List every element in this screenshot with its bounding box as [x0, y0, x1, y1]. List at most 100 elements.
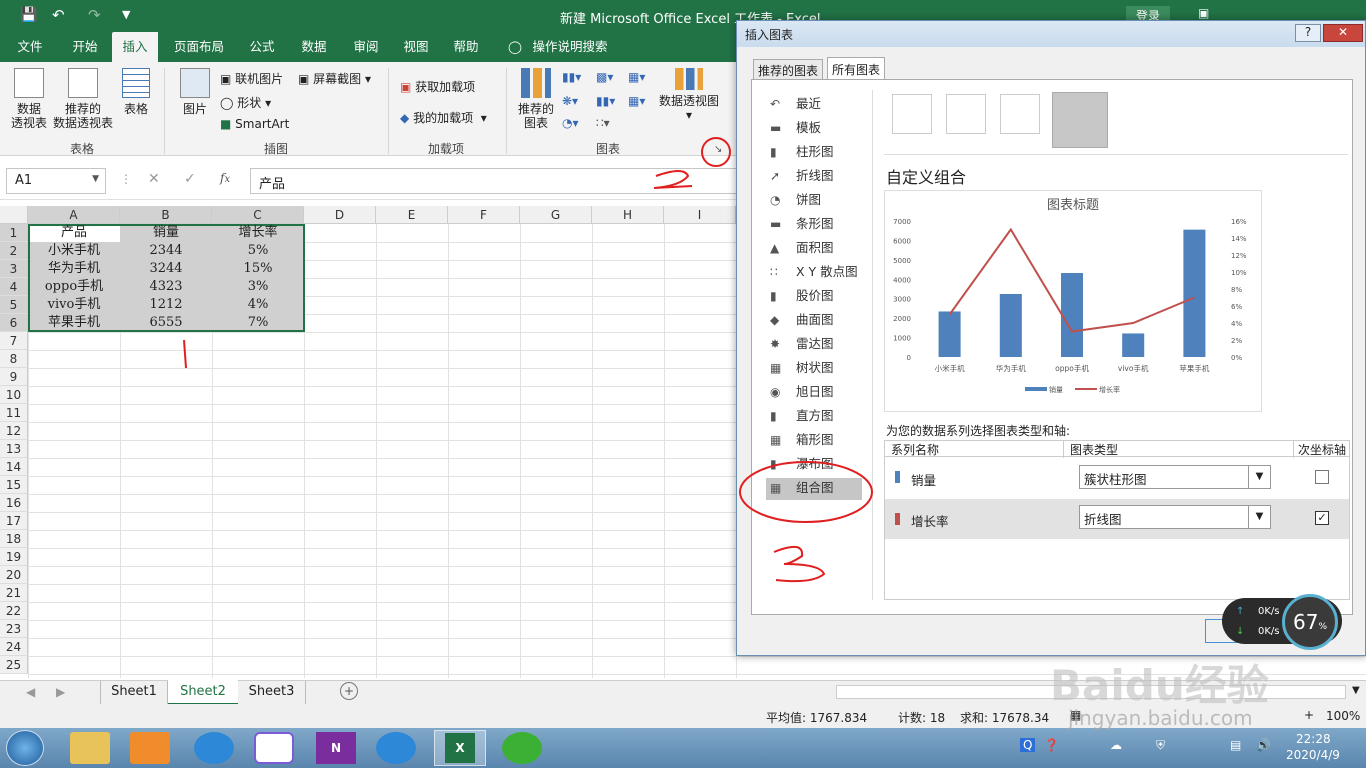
- row-header-17[interactable]: 17: [0, 512, 28, 530]
- category-item-16[interactable]: ▦ 组合图: [766, 478, 862, 500]
- cell-a6[interactable]: 苹果手机: [28, 314, 120, 332]
- charts-dialog-launcher-icon[interactable]: ↘: [714, 144, 722, 155]
- tab-data[interactable]: 数据: [292, 32, 336, 62]
- category-item-9[interactable]: ◆ 曲面图: [766, 310, 862, 332]
- hierarchy-chart-icon[interactable]: ▩▾: [596, 70, 613, 84]
- cell-a4[interactable]: oppo手机: [28, 278, 120, 296]
- network-tray-icon[interactable]: ☁: [1110, 738, 1122, 752]
- cell-a5[interactable]: vivo手机: [28, 296, 120, 314]
- category-item-13[interactable]: ▮ 直方图: [766, 406, 862, 428]
- tab-formulas[interactable]: 公式: [240, 32, 284, 62]
- cell-c1[interactable]: 增长率: [212, 224, 304, 242]
- chevron-down-icon[interactable]: ▼: [1248, 506, 1270, 528]
- row-header-5[interactable]: 5: [0, 296, 28, 314]
- explorer-icon[interactable]: [70, 732, 110, 764]
- category-item-2[interactable]: ▮ 柱形图: [766, 142, 862, 164]
- row-header-15[interactable]: 15: [0, 476, 28, 494]
- cell-b6[interactable]: 6555: [120, 314, 212, 332]
- pivot-chart-button[interactable]: 数据透视图 ▾: [658, 68, 720, 122]
- add-sheet-icon[interactable]: +: [340, 682, 358, 700]
- scroll-down-icon[interactable]: ▼: [1352, 685, 1360, 696]
- cell-b2[interactable]: 2344: [120, 242, 212, 260]
- tab-view[interactable]: 视图: [394, 32, 438, 62]
- category-item-15[interactable]: ▮ 瀑布图: [766, 454, 862, 476]
- cell-c4[interactable]: 3%: [212, 278, 304, 296]
- online-picture-button[interactable]: ▣ 联机图片: [220, 70, 283, 87]
- wechat-icon[interactable]: [502, 732, 542, 764]
- tab-all-charts[interactable]: 所有图表: [827, 57, 886, 81]
- column-header-f[interactable]: F: [448, 206, 520, 224]
- category-item-3[interactable]: ➚ 折线图: [766, 166, 862, 188]
- smartart-button[interactable]: ■ SmartArt: [220, 117, 289, 131]
- memory-usage-gauge[interactable]: 67%: [1282, 594, 1338, 650]
- row-header-12[interactable]: 12: [0, 422, 28, 440]
- row-header-16[interactable]: 16: [0, 494, 28, 512]
- enter-icon[interactable]: ✓: [184, 171, 196, 187]
- row-header-23[interactable]: 23: [0, 620, 28, 638]
- start-button[interactable]: [6, 730, 44, 766]
- row-header-24[interactable]: 24: [0, 638, 28, 656]
- combo-variant-2-icon[interactable]: [946, 94, 986, 134]
- tab-home[interactable]: 开始: [62, 32, 108, 62]
- name-box[interactable]: A1 ▼: [6, 168, 106, 194]
- next-sheet-icon[interactable]: ▶: [56, 685, 65, 699]
- row-header-6[interactable]: 6: [0, 314, 28, 332]
- cell-c5[interactable]: 4%: [212, 296, 304, 314]
- combo-variant-3-icon[interactable]: [1000, 94, 1040, 134]
- category-item-12[interactable]: ◉ 旭日图: [766, 382, 862, 404]
- recommended-pivot-button[interactable]: 推荐的 数据透视表: [52, 68, 114, 130]
- cell-c6[interactable]: 7%: [212, 314, 304, 332]
- tab-recommended-charts[interactable]: 推荐的图表: [753, 59, 824, 81]
- chart-type-select[interactable]: 折线图 ▼: [1079, 505, 1271, 529]
- tab-page-layout[interactable]: 页面布局: [166, 32, 232, 62]
- picture-button[interactable]: 图片: [176, 68, 214, 116]
- sheet-tab-sheet2[interactable]: Sheet2: [168, 680, 238, 705]
- column-chart-icon[interactable]: ▮▮▾: [562, 70, 581, 84]
- tell-me-search[interactable]: 操作说明搜索: [530, 32, 610, 62]
- secondary-axis-checkbox[interactable]: [1315, 470, 1329, 484]
- statistic-chart-icon[interactable]: ▮▮▾: [596, 94, 615, 108]
- category-item-4[interactable]: ◔ 饼图: [766, 190, 862, 212]
- row-header-21[interactable]: 21: [0, 584, 28, 602]
- tab-file[interactable]: 文件: [8, 32, 52, 62]
- category-item-0[interactable]: ↶ 最近: [766, 94, 862, 116]
- help-button[interactable]: ?: [1295, 24, 1321, 42]
- custom-combo-icon[interactable]: [1052, 92, 1108, 148]
- category-item-1[interactable]: ▬ 模板: [766, 118, 862, 140]
- column-header-e[interactable]: E: [376, 206, 448, 224]
- column-header-i[interactable]: I: [664, 206, 736, 224]
- pie-chart-icon[interactable]: ◔▾: [562, 116, 579, 130]
- browser-icon[interactable]: [194, 732, 234, 764]
- shield-icon[interactable]: ⛨: [1156, 738, 1165, 753]
- name-box-dropdown-icon[interactable]: ▼: [92, 174, 99, 184]
- row-header-20[interactable]: 20: [0, 566, 28, 584]
- insert-function-icon[interactable]: fx: [220, 171, 230, 185]
- sheet-tab-sheet3[interactable]: Sheet3: [238, 681, 306, 705]
- cell-a1[interactable]: 产品: [28, 224, 120, 242]
- row-header-22[interactable]: 22: [0, 602, 28, 620]
- row-header-9[interactable]: 9: [0, 368, 28, 386]
- cell-b5[interactable]: 1212: [120, 296, 212, 314]
- help-tray-icon[interactable]: ❓: [1044, 738, 1059, 752]
- secondary-axis-checkbox[interactable]: ✓: [1315, 511, 1329, 525]
- onenote-icon[interactable]: N: [316, 732, 356, 764]
- volume-icon[interactable]: 🔊: [1256, 738, 1271, 752]
- search-tray-icon[interactable]: Q: [1020, 738, 1036, 752]
- category-item-8[interactable]: ▮ 股价图: [766, 286, 862, 308]
- row-header-13[interactable]: 13: [0, 440, 28, 458]
- media-player-icon[interactable]: [130, 732, 170, 764]
- column-header-a[interactable]: A: [28, 206, 120, 224]
- select-all-corner[interactable]: [0, 206, 28, 224]
- zoom-in-icon[interactable]: +: [1304, 708, 1314, 722]
- row-header-11[interactable]: 11: [0, 404, 28, 422]
- redo-icon[interactable]: ↷: [88, 6, 101, 24]
- prev-sheet-icon[interactable]: ◀: [26, 685, 35, 699]
- feather-app-icon[interactable]: [376, 732, 416, 764]
- category-item-10[interactable]: ✸ 雷达图: [766, 334, 862, 356]
- cell-c2[interactable]: 5%: [212, 242, 304, 260]
- row-header-1[interactable]: 1: [0, 224, 28, 242]
- get-addins-button[interactable]: ▣ 获取加载项: [400, 78, 475, 95]
- row-header-19[interactable]: 19: [0, 548, 28, 566]
- category-item-11[interactable]: ▦ 树状图: [766, 358, 862, 380]
- cell-b4[interactable]: 4323: [120, 278, 212, 296]
